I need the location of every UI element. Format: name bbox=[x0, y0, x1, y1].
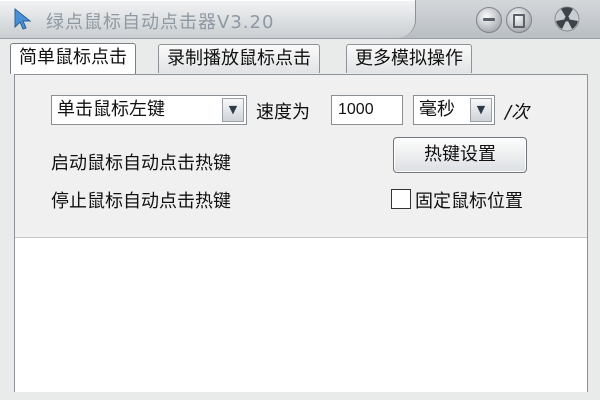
radiation-close-icon[interactable] bbox=[554, 6, 580, 32]
start-hotkey-label: 启动鼠标自动点击热键 bbox=[51, 153, 231, 174]
blank-content-area bbox=[15, 237, 587, 392]
stop-hotkey-label: 停止鼠标自动点击热键 bbox=[51, 191, 231, 212]
window-title: 绿点鼠标自动点击器V3.20 bbox=[46, 12, 275, 33]
unit-select[interactable]: 毫秒 ▼ bbox=[413, 95, 495, 125]
click-type-select[interactable]: 单击鼠标左键 ▼ bbox=[51, 95, 247, 125]
speed-input[interactable]: 1000 bbox=[331, 95, 403, 125]
fix-position-checkbox[interactable] bbox=[391, 189, 411, 209]
maximize-button[interactable] bbox=[506, 7, 532, 33]
speed-label: 速度为 bbox=[256, 102, 310, 123]
mouse-pointer-icon bbox=[14, 7, 32, 30]
title-tab: 绿点鼠标自动点击器V3.20 bbox=[0, 0, 416, 38]
chevron-down-icon[interactable]: ▼ bbox=[470, 98, 492, 122]
maximize-icon bbox=[513, 14, 525, 28]
unit-value: 毫秒 bbox=[419, 99, 455, 120]
tab-record-playback[interactable]: 录制播放鼠标点击 bbox=[158, 44, 320, 73]
hotkey-settings-button[interactable]: 热键设置 bbox=[393, 137, 527, 173]
chevron-down-icon[interactable]: ▼ bbox=[222, 98, 244, 122]
minimize-button[interactable] bbox=[476, 7, 502, 33]
title-bar[interactable]: 绿点鼠标自动点击器V3.20 bbox=[0, 0, 600, 39]
tab-more-actions[interactable]: 更多模拟操作 bbox=[346, 44, 472, 73]
tab-simple-click[interactable]: 简单鼠标点击 bbox=[10, 43, 136, 74]
fix-position-label[interactable]: 固定鼠标位置 bbox=[415, 187, 523, 213]
minimize-icon bbox=[483, 18, 495, 21]
per-time-label: /次 bbox=[505, 102, 530, 123]
tab-panel: 单击鼠标左键 ▼ 速度为 1000 毫秒 ▼ /次 启动鼠标自动点击热键 热键设… bbox=[14, 74, 588, 392]
click-type-value: 单击鼠标左键 bbox=[57, 99, 165, 120]
